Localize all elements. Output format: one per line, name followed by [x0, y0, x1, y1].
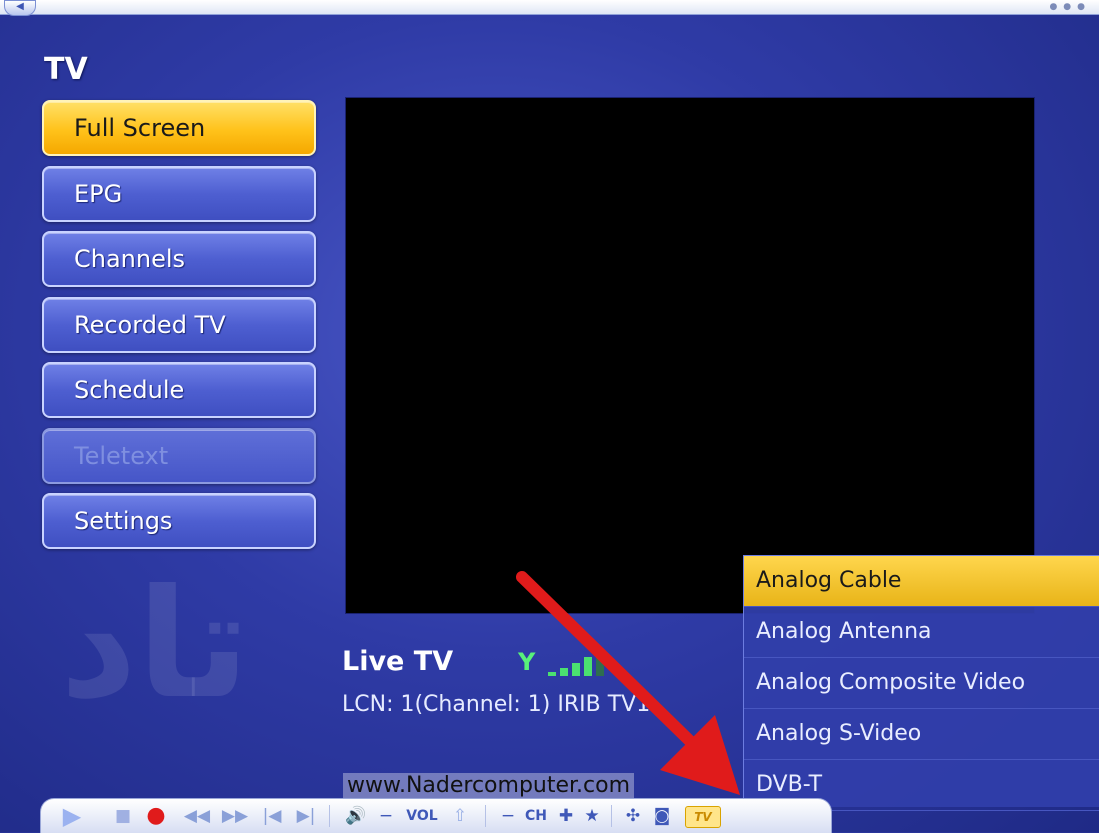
recorded-tv-button[interactable]: Recorded TV [42, 296, 316, 353]
record-icon[interactable]: ● [145, 804, 167, 828]
volume-label: VOL [406, 808, 438, 824]
video-preview[interactable] [345, 97, 1035, 614]
teletext-button: Teletext [42, 427, 316, 484]
source-dropdown: Analog Cable Analog Antenna Analog Compo… [743, 555, 1099, 811]
tv-menu: Full Screen EPG Channels Recorded TV Sch… [42, 100, 316, 559]
separator [485, 805, 486, 827]
fast-forward-icon[interactable]: ▶▶ [221, 804, 249, 828]
separator [611, 805, 612, 827]
rewind-icon[interactable]: ◀◀ [183, 804, 211, 828]
window-controls-icon[interactable]: ●●● [1049, 2, 1091, 12]
source-option-analog-antenna[interactable]: Analog Antenna [744, 607, 1099, 658]
live-tv-label: Live TV [342, 646, 454, 677]
annotation-arrow-icon [516, 571, 740, 795]
play-icon[interactable]: ▶ [55, 804, 89, 828]
stop-icon[interactable]: ■ [113, 804, 133, 828]
source-option-analog-cable[interactable]: Analog Cable [744, 556, 1099, 607]
schedule-button[interactable]: Schedule [42, 362, 316, 418]
camera-snapshot-icon[interactable]: ◙ [649, 804, 675, 828]
previous-icon[interactable]: |◀ [259, 804, 285, 828]
speaker-icon[interactable]: 🔊 [341, 804, 371, 828]
favorite-star-icon[interactable]: ★ [581, 804, 603, 828]
volume-down-icon[interactable]: − [375, 804, 397, 828]
full-screen-button[interactable]: Full Screen [42, 100, 316, 156]
channel-label: CH [525, 808, 547, 824]
back-icon[interactable]: ◀ [4, 0, 36, 16]
settings-button[interactable]: Settings [42, 493, 316, 549]
playback-control-bar: ▶ ■ ● ◀◀ ▶▶ |◀ ▶| 🔊 − VOL ⇧ − CH ✚ ★ ✣ ◙… [40, 798, 832, 833]
next-icon[interactable]: ▶| [293, 804, 319, 828]
channel-down-icon[interactable]: − [497, 804, 519, 828]
window-top-bar: ◀ ●●● [0, 0, 1099, 16]
separator [329, 805, 330, 827]
page-title: TV [44, 52, 88, 87]
channels-button[interactable]: Channels [42, 231, 316, 287]
source-option-analog-s-video[interactable]: Analog S-Video [744, 709, 1099, 760]
volume-up-icon[interactable]: ⇧ [449, 804, 471, 828]
channel-up-icon[interactable]: ✚ [555, 804, 577, 828]
epg-button[interactable]: EPG [42, 165, 316, 222]
tv-source-button[interactable]: TV [685, 806, 721, 828]
source-option-analog-composite[interactable]: Analog Composite Video [744, 658, 1099, 709]
navigation-pad-icon[interactable]: ✣ [621, 804, 645, 828]
